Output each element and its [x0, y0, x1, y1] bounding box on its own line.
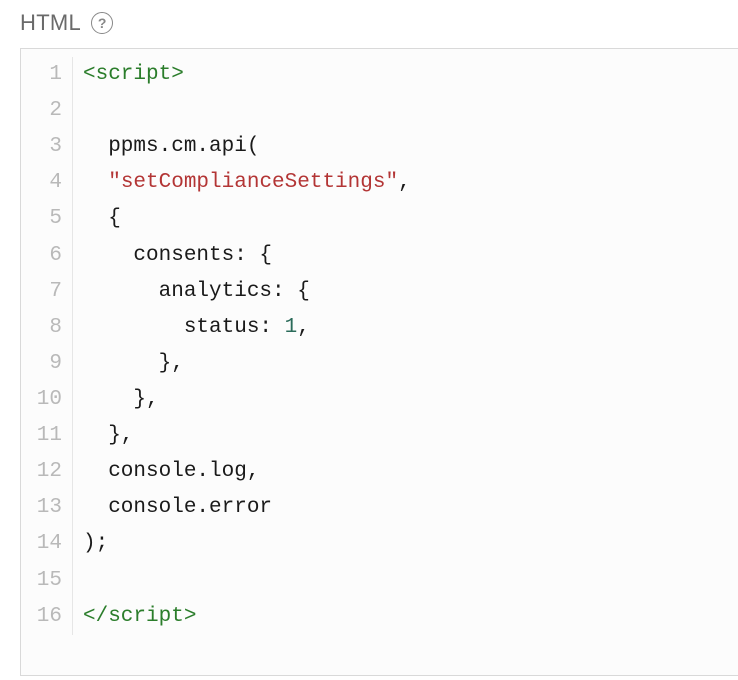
line-number: 6 — [29, 238, 62, 274]
code-line: "setComplianceSettings", — [83, 165, 738, 201]
code-line: }, — [83, 382, 738, 418]
line-number-gutter: 12345678910111213141516 — [21, 57, 73, 635]
code-line: ); — [83, 526, 738, 562]
code-line: status: 1, — [83, 310, 738, 346]
line-number: 14 — [29, 526, 62, 562]
code-line: analytics: { — [83, 274, 738, 310]
code-line: consents: { — [83, 238, 738, 274]
code-line — [83, 93, 738, 129]
line-number: 1 — [29, 57, 62, 93]
line-number: 16 — [29, 599, 62, 635]
line-number: 13 — [29, 490, 62, 526]
line-number: 12 — [29, 454, 62, 490]
code-line — [83, 563, 738, 599]
help-icon[interactable]: ? — [91, 12, 113, 34]
line-number: 7 — [29, 274, 62, 310]
line-number: 10 — [29, 382, 62, 418]
line-number: 15 — [29, 563, 62, 599]
line-number: 3 — [29, 129, 62, 165]
code-line: console.log, — [83, 454, 738, 490]
code-line: }, — [83, 418, 738, 454]
line-number: 8 — [29, 310, 62, 346]
code-line: </script> — [83, 599, 738, 635]
code-line: { — [83, 201, 738, 237]
code-line: <script> — [83, 57, 738, 93]
code-line: }, — [83, 346, 738, 382]
line-number: 4 — [29, 165, 62, 201]
code-line: ppms.cm.api( — [83, 129, 738, 165]
code-header: HTML ? — [20, 10, 738, 48]
line-number: 9 — [29, 346, 62, 382]
code-line: console.error — [83, 490, 738, 526]
line-number: 11 — [29, 418, 62, 454]
line-number: 5 — [29, 201, 62, 237]
code-content[interactable]: <script> ppms.cm.api( "setComplianceSett… — [73, 57, 738, 635]
line-number: 2 — [29, 93, 62, 129]
language-label: HTML — [20, 10, 81, 36]
code-example-container: HTML ? 12345678910111213141516 <script> … — [0, 0, 738, 676]
code-panel: 12345678910111213141516 <script> ppms.cm… — [20, 48, 738, 676]
code-inner: 12345678910111213141516 <script> ppms.cm… — [21, 49, 738, 675]
